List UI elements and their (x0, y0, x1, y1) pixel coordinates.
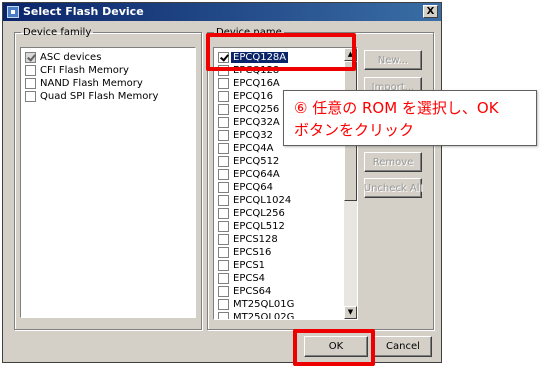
device-list-item[interactable]: EPCQL512 (218, 220, 285, 233)
close-button[interactable]: X (423, 5, 438, 18)
device-item-label: EPCS4 (233, 273, 266, 284)
device-list-item[interactable]: EPCQ64A (218, 168, 280, 181)
checkbox[interactable] (218, 182, 229, 193)
family-item-label: ASC devices (40, 52, 102, 63)
device-item-label: EPCQL512 (233, 221, 285, 232)
device-item-label: EPCQ128A (231, 52, 289, 63)
scroll-up-arrow-icon[interactable]: ▲ (344, 48, 357, 61)
device-item-label: EPCQ64 (233, 182, 273, 193)
device-item-label: EPCQL1024 (233, 195, 292, 206)
device-item-label: EPCQ32A (233, 117, 280, 128)
checkbox[interactable] (218, 273, 229, 284)
device-list-item[interactable]: MT25QL02G (218, 311, 295, 320)
family-list-item[interactable]: Quad SPI Flash Memory (25, 90, 158, 103)
checkbox[interactable] (218, 208, 229, 219)
device-list-item[interactable]: MT25QL01G (218, 298, 294, 311)
device-item-label: EPCQ64A (233, 169, 280, 180)
device-item-label: EPCQ16A (233, 78, 280, 89)
device-list-item[interactable]: EPCQ128 (218, 64, 279, 77)
device-list-item[interactable]: EPCQ128A (218, 51, 289, 64)
cancel-button[interactable]: Cancel (374, 336, 432, 357)
uncheck-all-button[interactable]: Uncheck All (364, 178, 422, 198)
checkbox[interactable] (218, 221, 229, 232)
dialog-title: Select Flash Device (23, 5, 144, 18)
family-list-item[interactable]: CFI Flash Memory (25, 64, 129, 77)
device-item-label: EPCS64 (233, 286, 272, 297)
device-list-item[interactable]: EPCQ32 (218, 129, 273, 142)
device-list-item[interactable]: EPCQL256 (218, 207, 285, 220)
checkbox[interactable] (218, 143, 229, 154)
callout-line-1: ⑥ 任意の ROM を選択し、OK (294, 99, 499, 117)
device-list-item[interactable]: EPCQ64 (218, 181, 273, 194)
device-list-item[interactable]: EPCQL1024 (218, 194, 291, 207)
family-list-item[interactable]: ASC devices (25, 51, 101, 64)
family-list-item[interactable]: NAND Flash Memory (25, 77, 143, 90)
device-item-label: EPCQ256 (233, 104, 280, 115)
checkbox[interactable] (218, 247, 229, 258)
device-list-item[interactable]: EPCQ16 (218, 90, 273, 103)
checkbox[interactable] (218, 156, 229, 167)
device-list-item[interactable]: EPCS16 (218, 246, 271, 259)
device-list-item[interactable]: EPCQ512 (218, 155, 279, 168)
device-list-item[interactable]: EPCQ4A (218, 142, 273, 155)
device-name-legend: Device name (216, 27, 282, 38)
device-item-label: MT25QL02G (233, 312, 295, 320)
device-list-item[interactable]: EPCS4 (218, 272, 265, 285)
app-icon (7, 6, 19, 18)
device-item-label: EPCQ4A (233, 143, 274, 154)
device-list-item[interactable]: EPCS1 (218, 259, 265, 272)
title-bar[interactable]: Select Flash Device X (3, 3, 441, 21)
checkbox[interactable] (218, 299, 229, 310)
scroll-down-arrow-icon[interactable]: ▼ (344, 306, 357, 319)
checkbox[interactable] (218, 260, 229, 271)
checkbox[interactable] (218, 91, 229, 102)
device-item-label: EPCS16 (233, 247, 272, 258)
checkbox[interactable] (218, 65, 229, 76)
checkbox[interactable] (218, 117, 229, 128)
device-item-label: EPCS1 (233, 260, 266, 271)
device-family-list[interactable]: ASC devices CFI Flash Memory NAND Flash Me… (20, 47, 196, 318)
checkbox[interactable] (218, 234, 229, 245)
remove-button[interactable]: Remove (364, 152, 422, 172)
device-list-item[interactable]: EPCQ256 (218, 103, 279, 116)
checkbox[interactable] (25, 91, 36, 102)
family-item-label: Quad SPI Flash Memory (40, 91, 159, 102)
checkbox[interactable] (25, 52, 36, 63)
device-list-scrollbar[interactable]: ▲ ▼ (344, 48, 357, 319)
device-item-label: EPCQ128 (233, 65, 280, 76)
device-list-item[interactable]: EPCS64 (218, 285, 271, 298)
device-item-label: MT25QL01G (233, 299, 295, 310)
checkbox[interactable] (218, 130, 229, 141)
checkbox[interactable] (25, 65, 36, 76)
instruction-callout: ⑥ 任意の ROM を選択し、OK ボタンをクリック (283, 90, 537, 146)
device-list-item[interactable]: EPCQ32A (218, 116, 280, 129)
family-item-label: NAND Flash Memory (40, 78, 143, 89)
checkbox[interactable] (218, 195, 229, 206)
device-item-label: EPCQ16 (233, 91, 273, 102)
checkbox[interactable] (218, 312, 229, 319)
device-item-label: EPCQL256 (233, 208, 285, 219)
device-list-item[interactable]: EPCQ16A (218, 77, 280, 90)
device-name-list[interactable]: EPCQ128A EPCQ128 EPCQ16A EPCQ16 EPCQ256 EPCQ3… (213, 47, 358, 320)
checkbox[interactable] (218, 52, 229, 63)
checkbox[interactable] (218, 286, 229, 297)
ok-button[interactable]: OK (304, 336, 368, 357)
device-family-legend: Device family (23, 27, 92, 38)
device-item-label: EPCQ32 (233, 130, 273, 141)
checkbox[interactable] (218, 169, 229, 180)
device-item-label: EPCS128 (233, 234, 278, 245)
checkbox[interactable] (218, 104, 229, 115)
checkbox[interactable] (218, 78, 229, 89)
device-list-item[interactable]: EPCS128 (218, 233, 278, 246)
new-button[interactable]: New... (364, 50, 422, 70)
callout-line-2: ボタンをクリック (294, 121, 415, 139)
family-item-label: CFI Flash Memory (40, 65, 129, 76)
checkbox[interactable] (25, 78, 36, 89)
device-item-label: EPCQ512 (233, 156, 280, 167)
